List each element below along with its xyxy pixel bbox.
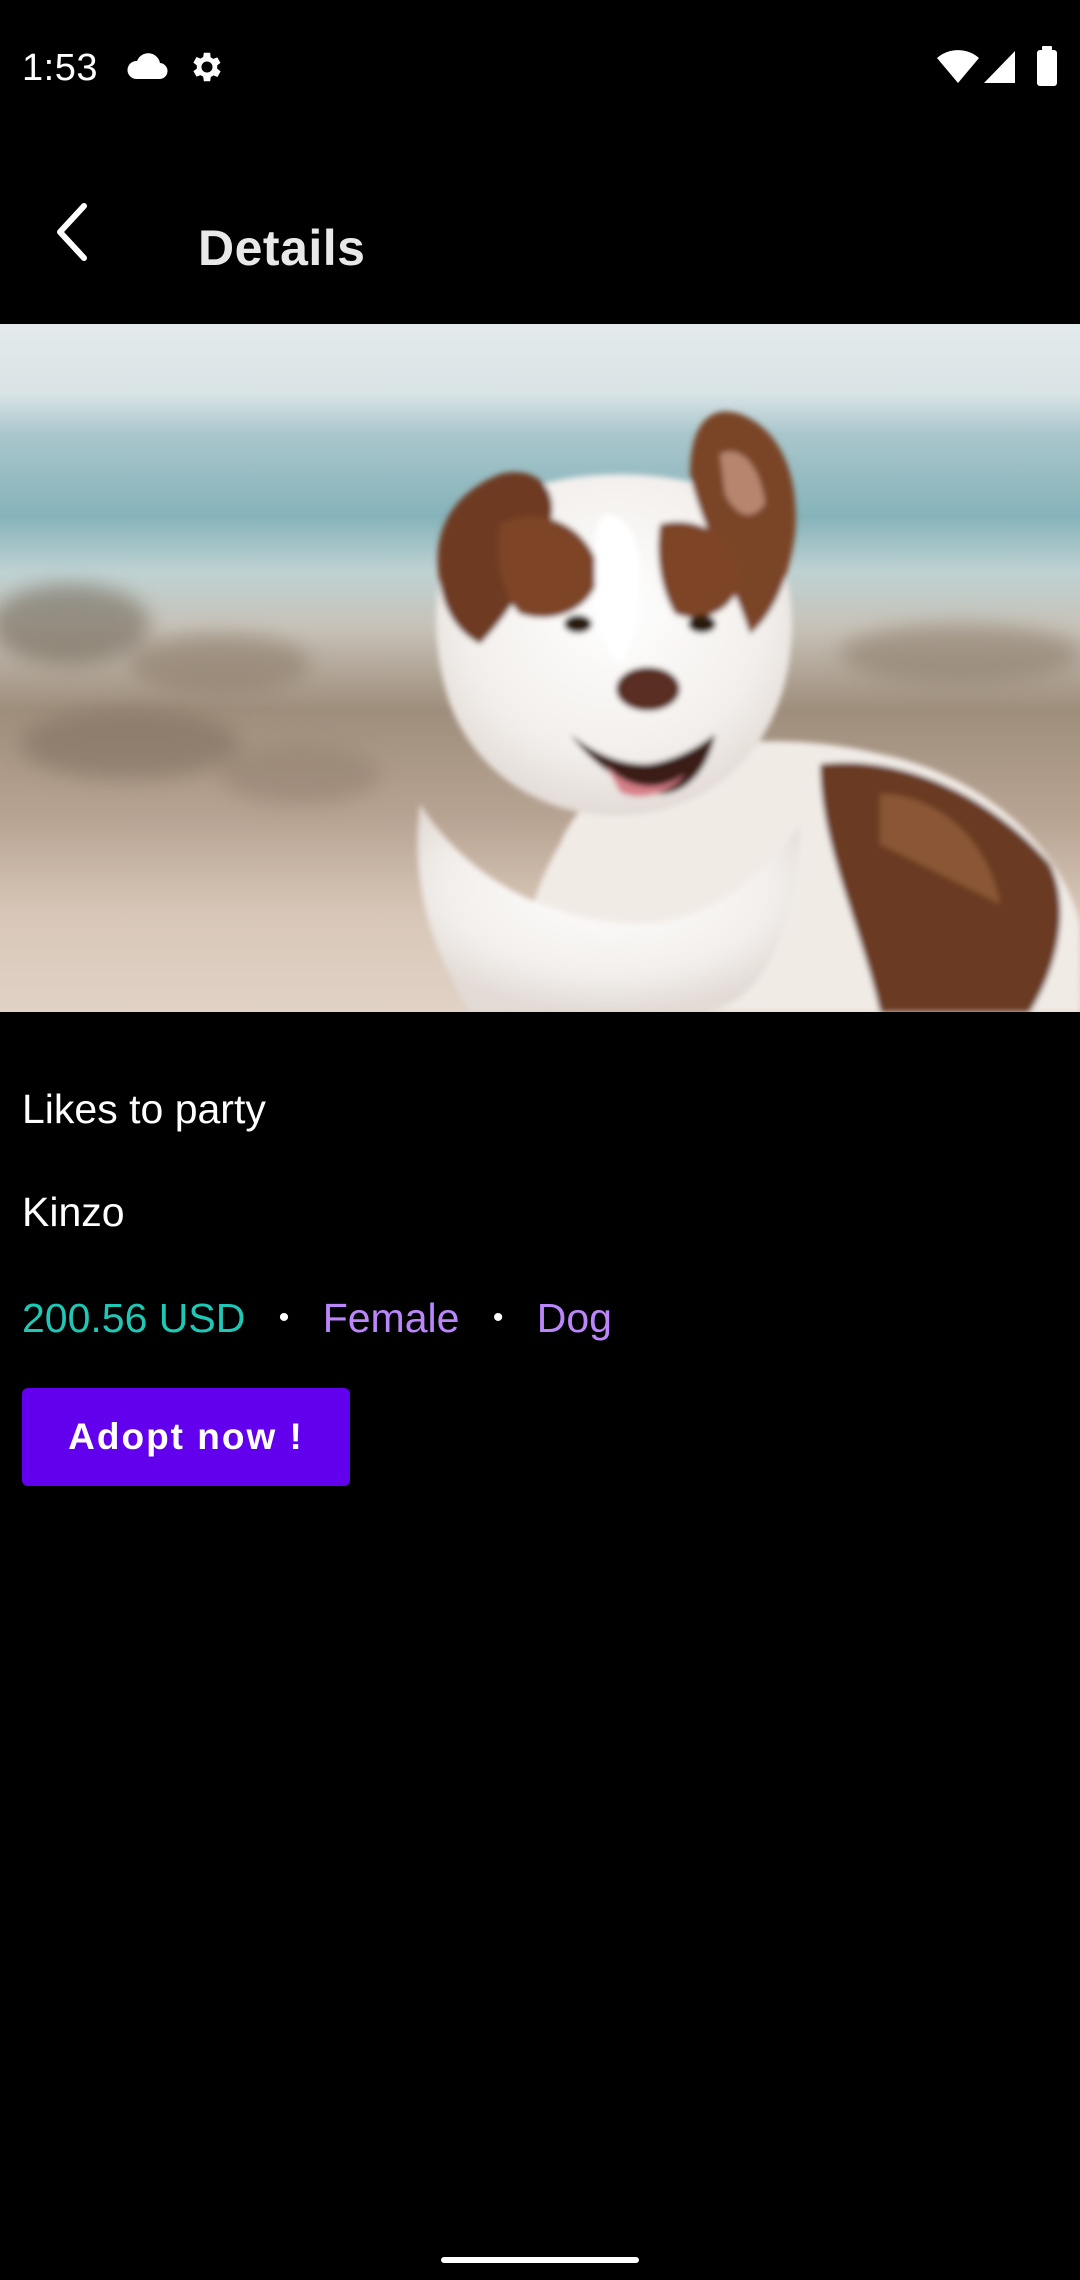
- battery-icon: [1037, 46, 1057, 86]
- pet-tagline: Likes to party: [22, 1086, 266, 1132]
- pet-gender: Female: [322, 1295, 460, 1342]
- pet-photo: [0, 324, 1080, 1012]
- status-time: 1:53: [22, 47, 98, 89]
- adopt-now-button[interactable]: Adopt now !: [22, 1388, 350, 1486]
- cloud-icon: [127, 53, 168, 80]
- separator-dot: •: [492, 1301, 504, 1335]
- status-bar: 1:53: [0, 0, 1080, 132]
- pet-species: Dog: [536, 1295, 612, 1342]
- separator-dot: •: [278, 1301, 290, 1335]
- pet-name: Kinzo: [22, 1189, 125, 1235]
- page-title: Details: [198, 220, 366, 276]
- app-bar: [0, 132, 1080, 324]
- pet-attributes: 200.56 USD • Female • Dog: [22, 1288, 612, 1344]
- cell-signal-icon: [984, 51, 1015, 83]
- gear-icon: [193, 52, 221, 82]
- chevron-left-icon: [57, 203, 87, 261]
- back-button[interactable]: [36, 192, 116, 272]
- pet-price: 200.56 USD: [22, 1295, 246, 1342]
- home-indicator[interactable]: [441, 2257, 639, 2263]
- wifi-icon: [937, 50, 979, 83]
